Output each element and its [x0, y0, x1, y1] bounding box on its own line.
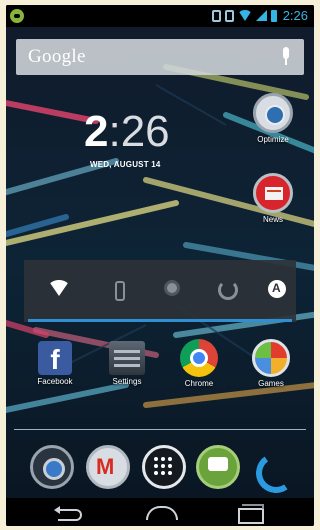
gps-toggle[interactable]: [157, 278, 187, 304]
camera-icon[interactable]: [30, 445, 74, 489]
clock-hours: 2: [84, 107, 109, 156]
app-label: Chrome: [184, 379, 214, 388]
widget-active-bar: [28, 319, 292, 322]
power-control-widget: [24, 260, 296, 322]
search-label: Google: [28, 46, 86, 67]
home-button[interactable]: [142, 502, 178, 522]
phone-screen: 2:26 Google 2:26 WED, AUGUST 14 Optimize…: [6, 5, 314, 526]
sim-icon: [224, 9, 234, 22]
app-label: Settings: [112, 377, 142, 386]
app-label: Optimize: [257, 135, 289, 144]
screenshot-icon: [211, 9, 221, 22]
bluetooth-toggle[interactable]: [104, 278, 134, 304]
status-bar: 2:26: [6, 5, 314, 27]
app-label: Facebook: [37, 377, 73, 386]
status-time: 2:26: [282, 8, 308, 23]
clock-minutes: :26: [108, 107, 170, 156]
app-settings[interactable]: Settings: [94, 341, 160, 386]
wifi-icon: [237, 10, 252, 21]
battery-icon: [270, 9, 277, 22]
app-news[interactable]: News: [240, 173, 306, 224]
signal-icon: [255, 10, 267, 21]
app-games[interactable]: Games: [238, 339, 304, 388]
chrome-icon: [180, 339, 218, 377]
facebook-icon: f: [38, 341, 72, 375]
clock-widget[interactable]: 2:26: [84, 107, 170, 157]
clock-date: WED, AUGUST 14: [90, 160, 161, 169]
app-label: News: [262, 215, 283, 224]
android-notification-icon[interactable]: [10, 9, 24, 23]
gmail-icon[interactable]: [86, 445, 130, 489]
brightness-toggle[interactable]: [262, 278, 292, 304]
mic-icon[interactable]: [280, 47, 292, 67]
app-drawer-icon[interactable]: [142, 445, 186, 489]
hotseat-divider: [14, 429, 306, 430]
phone-icon[interactable]: [252, 445, 296, 489]
app-optimize[interactable]: Optimize: [240, 93, 306, 144]
app-chrome[interactable]: Chrome: [166, 339, 232, 388]
games-icon: [252, 339, 290, 377]
talk-icon[interactable]: [196, 445, 240, 489]
search-bar[interactable]: Google: [16, 39, 304, 75]
app-facebook[interactable]: f Facebook: [22, 341, 88, 386]
wifi-toggle[interactable]: [44, 278, 74, 304]
settings-icon: [109, 341, 145, 375]
sync-toggle[interactable]: [212, 278, 242, 304]
status-icons: 2:26: [211, 8, 308, 23]
navigation-bar: [6, 498, 314, 526]
recent-apps-button[interactable]: [232, 502, 268, 524]
app-label: Games: [258, 379, 284, 388]
news-icon: [253, 173, 293, 213]
optimize-icon: [253, 93, 293, 133]
back-button[interactable]: [54, 502, 90, 522]
